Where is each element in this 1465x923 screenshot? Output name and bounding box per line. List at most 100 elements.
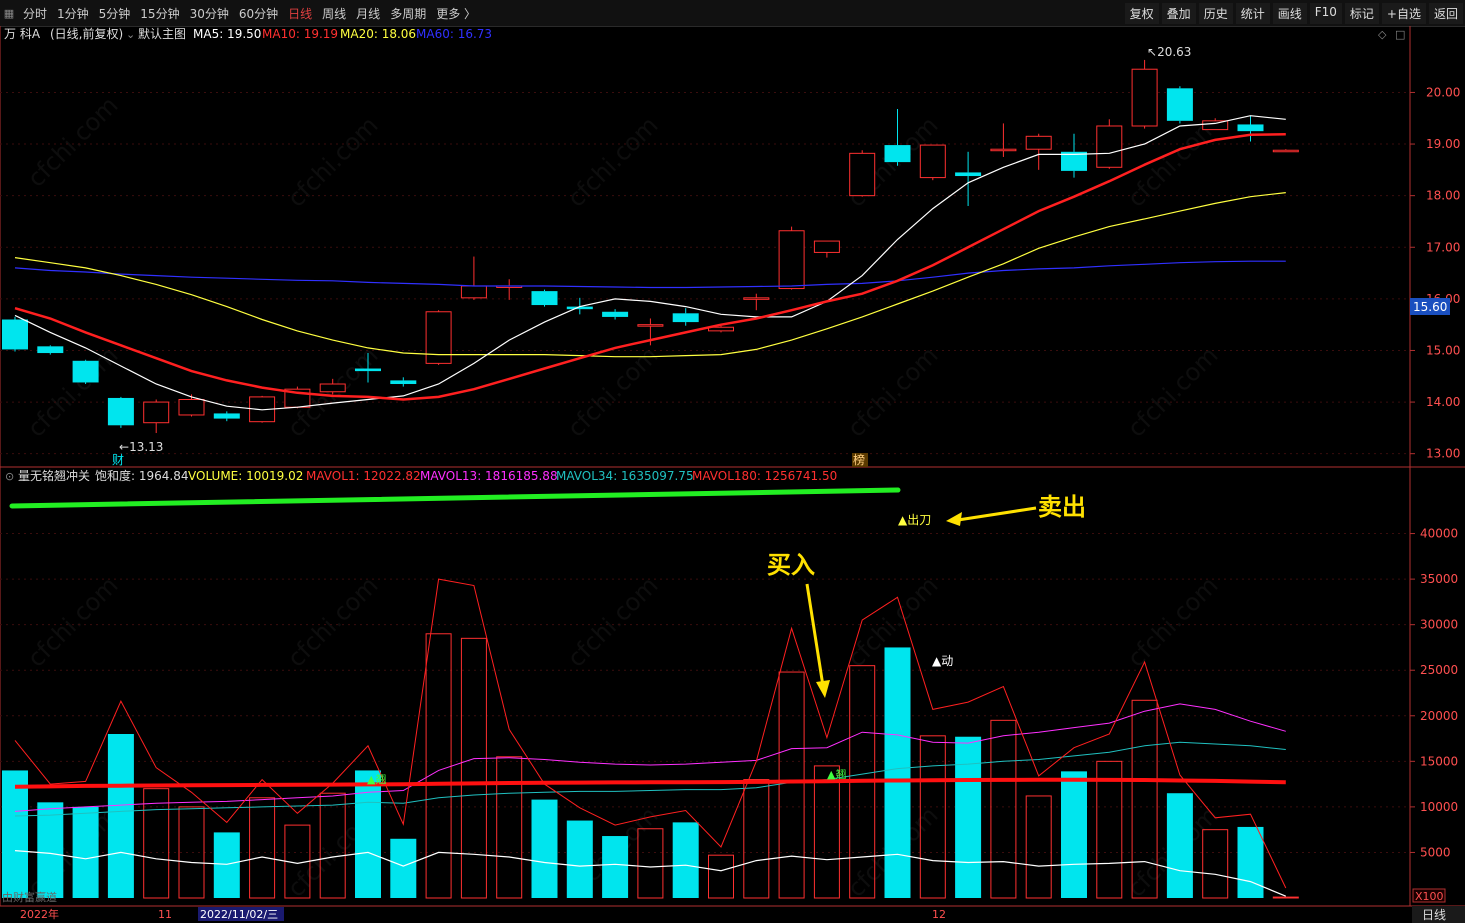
volume-bar <box>602 836 629 898</box>
volume-bar <box>249 797 276 899</box>
move-signal: ▲动 <box>932 654 953 668</box>
tool-f10-button[interactable]: F10 <box>1309 3 1342 24</box>
candle-body <box>143 401 170 424</box>
sub-settings-icon[interactable]: ⊙ <box>5 470 14 483</box>
volume-tick-label-3: 25000 <box>1420 663 1458 677</box>
watermark-10: cfchi.com <box>22 571 124 673</box>
watermark-8: cfchi.com <box>842 341 944 443</box>
candle-body <box>813 240 840 253</box>
mavol1-line <box>14 578 1287 889</box>
volume-bar <box>390 838 417 898</box>
mode-dropdown-icon[interactable]: ⌄ <box>126 28 135 41</box>
chart-mode: (日线,前复权) <box>50 26 123 41</box>
tool-add-watchlist-button[interactable]: +自选 <box>1381 3 1426 24</box>
tool-back-button[interactable]: 返回 <box>1428 3 1463 24</box>
high-arrow-icon: ↖ <box>1147 45 1157 59</box>
volume-bar <box>813 765 840 899</box>
finance-badge[interactable]: 财 <box>112 453 124 467</box>
volume-tick-label-1: 35000 <box>1420 572 1458 586</box>
volume-bar <box>2 770 28 898</box>
watermark-5: cfchi.com <box>22 341 124 443</box>
volume-bar <box>708 854 734 899</box>
tool-buttons: 复权 叠加 历史 统计 画线 F10 标记 +自选 返回 <box>1124 3 1463 24</box>
saturation-line <box>14 850 1287 897</box>
chart-frame <box>0 26 1465 907</box>
tool-history-button[interactable]: 历史 <box>1198 3 1233 24</box>
watermark-2: cfchi.com <box>562 111 664 213</box>
candle-body <box>213 413 240 419</box>
mavol180-label: MAVOL180: 1256741.50 <box>692 469 837 483</box>
candle-body <box>919 144 946 179</box>
volume-tick-label-2: 30000 <box>1420 618 1458 632</box>
candle-body <box>990 148 1017 152</box>
period-tab-3[interactable]: 15分钟 <box>135 5 184 22</box>
volume-bar <box>460 637 487 899</box>
tool-stats-button[interactable]: 统计 <box>1235 3 1270 24</box>
tool-overlay-button[interactable]: 叠加 <box>1161 3 1196 24</box>
watermark-1: cfchi.com <box>282 111 384 213</box>
candle-body <box>1166 88 1193 121</box>
low-marker: ←13.13 <box>119 440 163 454</box>
candle-body <box>319 383 346 393</box>
volume-bar <box>1237 826 1264 898</box>
watermark-11: cfchi.com <box>282 571 384 673</box>
price-tick-label-1: 19.00 <box>1426 137 1460 151</box>
sell-arrow-head <box>946 512 962 526</box>
volume-bar <box>672 822 699 898</box>
indicator-name[interactable]: 量无铭翘冲关 <box>18 468 90 483</box>
mavol34-label: MAVOL34: 1635097.75 <box>556 469 694 483</box>
watermark-0: cfchi.com <box>22 91 124 193</box>
buy-arrow-line <box>805 583 825 687</box>
period-tab-8[interactable]: 月线 <box>351 5 385 22</box>
mavol13-label: MAVOL13: 1816185.88 <box>420 469 558 483</box>
top-toolbar: ▦ 分时 1分钟 5分钟 15分钟 30分钟 60分钟 日线 周线 月线 多周期… <box>0 0 1465 27</box>
kline-chart[interactable]: cfchi.com cfchi.com cfchi.com cfchi.com cfch… <box>0 26 1465 923</box>
candle-body <box>743 297 770 300</box>
tool-fuquan-button[interactable]: 复权 <box>1124 3 1159 24</box>
period-tab-4[interactable]: 30分钟 <box>185 5 234 22</box>
volume-panel <box>2 578 1299 899</box>
period-tab-6[interactable]: 日线 <box>283 5 317 22</box>
volume-bar <box>778 671 805 899</box>
tool-draw-button[interactable]: 画线 <box>1272 3 1307 24</box>
low-value: 13.13 <box>129 440 163 454</box>
date-selected: 2022/11/02/三 <box>200 908 278 921</box>
candle-body <box>178 398 205 416</box>
period-tab-5[interactable]: 60分钟 <box>234 5 283 22</box>
candle-body <box>849 152 876 197</box>
candle-body <box>672 313 699 323</box>
candle-body <box>1025 135 1052 150</box>
square-icon[interactable]: □ <box>1395 28 1405 41</box>
diamond-icon[interactable]: ◇ <box>1378 28 1387 41</box>
volume-bar <box>566 820 593 898</box>
high-value: 20.63 <box>1157 45 1191 59</box>
candle-body <box>460 285 487 299</box>
period-tab-7[interactable]: 周线 <box>317 5 351 22</box>
menu-handle-icon[interactable]: ▦ <box>0 0 18 26</box>
candle-body <box>778 230 805 290</box>
volume-tick-label-5: 15000 <box>1420 754 1458 768</box>
volume-bar <box>107 734 134 898</box>
candle-body <box>425 311 452 364</box>
volume-bar <box>143 788 170 899</box>
ma10-label: MA10: 19.19 <box>262 27 338 41</box>
candle-body <box>1131 68 1158 127</box>
volume-bar <box>955 736 982 898</box>
period-tab-9[interactable]: 多周期 <box>385 5 431 22</box>
candle-body <box>390 380 417 385</box>
volume-bar <box>496 756 523 899</box>
candle-body <box>1096 125 1123 168</box>
volume-unit: X100 <box>1415 890 1444 903</box>
tool-mark-button[interactable]: 标记 <box>1344 3 1379 24</box>
period-tab-0[interactable]: 分时 <box>18 5 52 22</box>
bang-badge[interactable]: 榜 <box>853 452 865 467</box>
high-marker: ↖20.63 <box>1147 45 1191 59</box>
period-tab-2[interactable]: 5分钟 <box>94 5 136 22</box>
price-tick-label-6: 14.00 <box>1426 395 1460 409</box>
candle-body <box>602 311 629 317</box>
price-panel <box>2 59 1299 434</box>
period-corner[interactable]: 日线 <box>1422 908 1446 922</box>
period-tab-1[interactable]: 1分钟 <box>52 5 94 22</box>
up-tag-2: ▲翘 <box>827 768 846 781</box>
period-tab-10[interactable]: 更多 〉 <box>431 5 481 22</box>
